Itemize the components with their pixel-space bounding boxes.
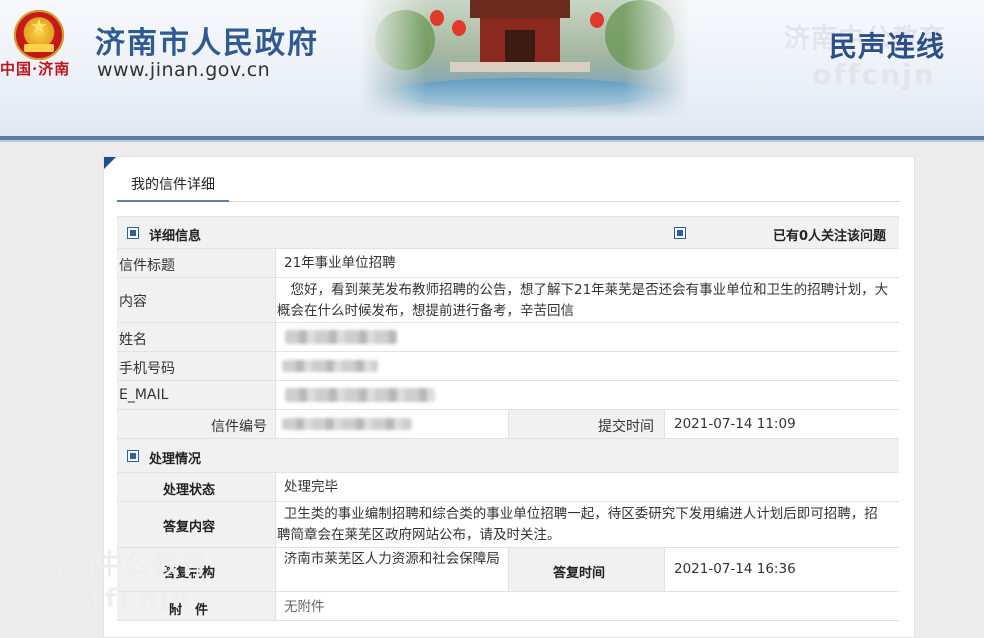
phone-redacted bbox=[282, 360, 378, 372]
list-icon bbox=[127, 227, 139, 239]
handling-section-title: 处理情况 bbox=[149, 452, 202, 467]
reply-time-value: 2021-07-14 16:36 bbox=[674, 561, 796, 577]
table-row: 处理状态 处理完毕 bbox=[117, 472, 899, 501]
content-value: 您好，看到莱芜发布教师招聘的公告，想了解下21年莱芜是否还会有事业单位和卫生的招… bbox=[277, 282, 889, 319]
submit-time-label: 提交时间 bbox=[598, 419, 654, 435]
table-row: 答复内容 卫生类的事业编制招聘和综合类的事业单位招聘一起，待区委研究下发用编进人… bbox=[117, 501, 899, 547]
national-emblem-icon: ★ bbox=[14, 10, 64, 60]
handling-section-header: 处理情况 bbox=[117, 438, 899, 472]
org-label: 答复机构 bbox=[163, 566, 216, 581]
attachment-value: 无附件 bbox=[284, 599, 325, 615]
submit-time-value: 2021-07-14 11:09 bbox=[674, 416, 796, 432]
tab-my-letter-detail[interactable]: 我的信件详细 bbox=[117, 175, 229, 202]
reply-time-label: 答复时间 bbox=[553, 566, 606, 581]
header-divider-light bbox=[0, 140, 984, 142]
list-icon bbox=[127, 450, 139, 462]
name-redacted bbox=[285, 330, 397, 344]
table-row: E_MAIL bbox=[117, 380, 899, 409]
table-row: 手机号码 bbox=[117, 351, 899, 380]
banner-pavilion-image bbox=[360, 0, 690, 120]
email-label: E_MAIL bbox=[119, 387, 169, 403]
email-redacted bbox=[285, 388, 435, 402]
site-title[interactable]: 济南市人民政府 bbox=[95, 18, 319, 62]
phone-label: 手机号码 bbox=[119, 361, 175, 377]
table-row: 内容 您好，看到莱芜发布教师招聘的公告，想了解下21年莱芜是否还会有事业单位和卫… bbox=[117, 277, 899, 322]
channel-title: 民声连线 bbox=[829, 30, 946, 63]
title-value: 21年事业单位招聘 bbox=[284, 255, 396, 271]
title-label: 信件标题 bbox=[119, 258, 175, 274]
org-value: 济南市莱芜区人力资源和社会保障局 bbox=[283, 551, 500, 567]
name-label: 姓名 bbox=[119, 332, 147, 348]
status-label: 处理状态 bbox=[163, 483, 216, 498]
follow-count[interactable]: 已有0人关注该问题 bbox=[773, 225, 886, 244]
table-row: 答复机构 济南市莱芜区人力资源和社会保障局 答复时间 2021-07-14 16… bbox=[117, 547, 899, 591]
table-row: 附 件 无附件 bbox=[117, 591, 899, 621]
letter-no-label: 信件编号 bbox=[211, 419, 267, 435]
detail-section-header: 详细信息 已有0人关注该问题 bbox=[117, 216, 899, 248]
reply-label: 答复内容 bbox=[163, 520, 216, 535]
status-value: 处理完毕 bbox=[284, 479, 338, 495]
site-header: ★ 中国·济南 济南市人民政府 www.jinan.gov.cn 济南中公教育 … bbox=[0, 0, 984, 138]
tab-bar: 我的信件详细 bbox=[117, 175, 901, 202]
letter-no-redacted bbox=[282, 418, 412, 430]
letter-detail-panel: 我的信件详细 详细信息 已有0人关注该问题 信件标题 21年事业单位招聘 内容 … bbox=[103, 156, 915, 638]
content-label: 内容 bbox=[119, 294, 147, 310]
table-row: 姓名 bbox=[117, 322, 899, 351]
attachment-label: 附 件 bbox=[169, 603, 209, 618]
brand-text: 中国·济南 bbox=[0, 60, 71, 78]
corner-marker bbox=[104, 157, 116, 169]
table-row: 信件编号 提交时间 2021-07-14 11:09 bbox=[117, 409, 899, 438]
reply-value: 卫生类的事业编制招聘和综合类的事业单位招聘一起，待区委研究下发用编进人计划后即可… bbox=[277, 506, 878, 543]
detail-section-title: 详细信息 bbox=[149, 229, 202, 244]
site-url[interactable]: www.jinan.gov.cn bbox=[97, 59, 270, 81]
follow-icon bbox=[674, 227, 686, 239]
table-row: 信件标题 21年事业单位招聘 bbox=[117, 248, 899, 277]
